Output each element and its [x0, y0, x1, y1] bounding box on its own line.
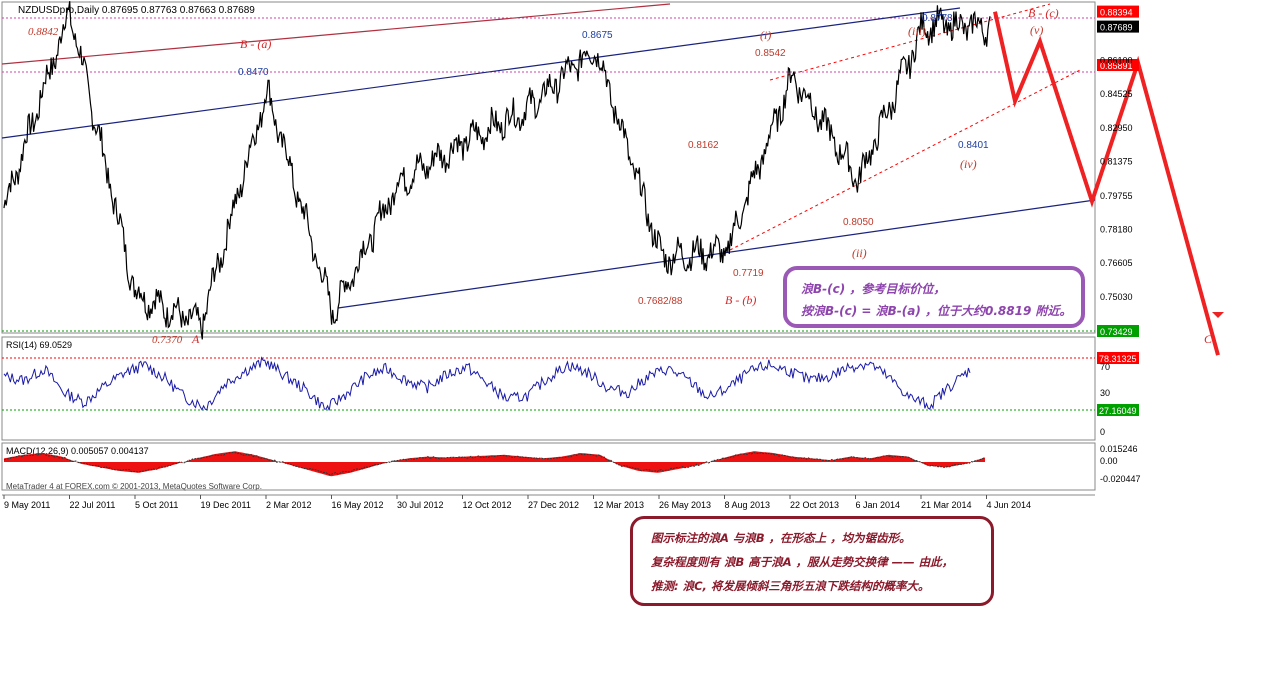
annotation-high-0.8842: 0.8842 [28, 26, 59, 38]
wave-c-analysis-note: 图示标注的浪A 与浪B ，在形态上 ，均为锯齿形。 复杂程度则有 浪B 高于浪A… [630, 516, 994, 606]
x-tick-label: 30 Jul 2012 [397, 500, 444, 510]
annotation-wave-a: A [191, 332, 200, 346]
note2-line1: 图示标注的浪A 与浪B ，在形态上 ，均为锯齿形。 [651, 531, 911, 545]
x-tick-label: 8 Aug 2013 [725, 500, 771, 510]
x-tick-label: 22 Jul 2011 [70, 500, 116, 510]
annotation-0.8675: 0.8675 [582, 30, 613, 41]
price-tag-label: 0.88394 [1100, 8, 1133, 18]
y-axis-ticks: 0.86100 0.84525 0.82950 0.81375 0.79755 0.781… [1100, 56, 1133, 302]
y-tick-label: 0.78180 [1100, 225, 1133, 235]
x-tick-label: 5 Oct 2011 [135, 500, 178, 510]
annotation-wave-iv: (iv) [960, 157, 977, 171]
x-tick-label: 6 Jan 2014 [856, 500, 901, 510]
y-tick-label: 0.82950 [1100, 123, 1133, 133]
macd-tick-label: 0.015246 [1100, 444, 1138, 454]
annotation-wave-b-a: B - (a) [240, 37, 271, 51]
rsi-tick-label: 0 [1100, 427, 1105, 437]
price-tag: 0.73429 [1097, 325, 1139, 337]
price-tag: 0.88394 [1097, 5, 1139, 18]
annotation-0.8050: 0.8050 [843, 217, 874, 228]
annotation-0.8470: 0.8470 [238, 67, 269, 78]
rsi-level-label: 27.16049 [1099, 406, 1137, 416]
x-axis-ticks: 9 May 2011 22 Jul 2011 5 Oct 2011 19 Dec 20… [3, 495, 1032, 510]
annotation-0.7682-88: 0.7682/88 [638, 296, 683, 307]
price-panel-title: NZDUSDpro,Daily 0.87695 0.87763 0.87663 … [18, 5, 255, 16]
wave-b-c-target-note: 浪B-(c) ，参考目标价位， 按浪B-(c) = 浪B-(a) ，位于大约0.… [783, 266, 1085, 328]
note1-line1: 浪B-(c) ，参考目标价位， [801, 282, 946, 296]
wave-ii-trendline [729, 69, 1081, 251]
y-tick-label: 0.79755 [1100, 191, 1133, 201]
annotation-low-0.7370: 0.7370 [152, 334, 183, 346]
macd-histogram-area [4, 451, 985, 477]
rsi-tick-label: 30 [1100, 388, 1110, 398]
annotation-0.8401: 0.8401 [958, 140, 989, 151]
note1-line2: 按浪B-(c) = 浪B-(a) ，位于大约0.8819 附近。 [801, 304, 1072, 318]
price-tag-label: 0.87689 [1100, 23, 1133, 33]
rsi-series-line [3, 356, 971, 411]
rsi-panel-title: RSI(14) 69.0529 [6, 340, 72, 350]
annotation-0.7719: 0.7719 [733, 268, 764, 279]
x-tick-label: 16 May 2012 [332, 500, 384, 510]
annotation-wave-v: (v) [1030, 23, 1043, 37]
price-tag-label: 0.73429 [1100, 327, 1133, 337]
x-tick-label: 4 Jun 2014 [987, 500, 1032, 510]
annotation-wave-iii: (iii) [908, 24, 926, 38]
y-tick-label: 0.75030 [1100, 292, 1133, 302]
annotation-0.8778: 0.8778 [922, 13, 953, 24]
copyright-footer: MetaTrader 4 at FOREX.com © 2001-2013, M… [6, 482, 262, 491]
annotation-0.8542: 0.8542 [755, 48, 786, 59]
macd-axis-ticks: 0.015246 0.00 -0.020447 [1100, 444, 1141, 484]
x-tick-label: 26 May 2013 [659, 500, 711, 510]
note2-line3: 推测: 浪C, 将发展倾斜三角形五浪下跌结构的概率大。 [651, 579, 930, 593]
rsi-axis-ticks: 70 30 0 [1100, 362, 1110, 437]
macd-tick-label: 0.00 [1100, 456, 1118, 466]
y-tick-label: 0.76605 [1100, 258, 1133, 268]
annotation-0.8162: 0.8162 [688, 140, 719, 151]
rsi-panel-frame [1, 336, 1096, 441]
annotation-wave-i: (i) [760, 28, 771, 42]
projection-arrow-head [1212, 312, 1224, 318]
annotation-wave-b-b: B - (b) [725, 293, 756, 307]
y-tick-label: 0.81375 [1100, 156, 1133, 166]
y-tick-label: 0.86100 [1100, 56, 1133, 66]
x-tick-label: 12 Mar 2013 [594, 500, 645, 510]
x-tick-label: 19 Dec 2011 [201, 500, 251, 510]
annotation-wave-b-c: B - (c) [1028, 6, 1059, 20]
rsi-tick-label: 70 [1100, 362, 1110, 372]
x-tick-label: 12 Oct 2012 [463, 500, 512, 510]
y-tick-label: 0.84525 [1100, 89, 1133, 99]
note2-line2: 复杂程度则有 浪B 高于浪A ，服从走势交换律 —— 由此， [651, 555, 954, 569]
x-tick-label: 21 Mar 2014 [921, 500, 972, 510]
annotation-wave-c: C [1204, 332, 1213, 346]
x-tick-label: 2 Mar 2012 [266, 500, 312, 510]
x-tick-label: 22 Oct 2013 [790, 500, 839, 510]
annotation-wave-ii: (ii) [852, 246, 867, 260]
x-tick-label: 27 Dec 2012 [528, 500, 579, 510]
x-tick-label: 9 May 2011 [4, 500, 50, 510]
macd-tick-label: -0.020447 [1100, 474, 1141, 484]
price-tag: 0.87689 [1097, 20, 1139, 33]
